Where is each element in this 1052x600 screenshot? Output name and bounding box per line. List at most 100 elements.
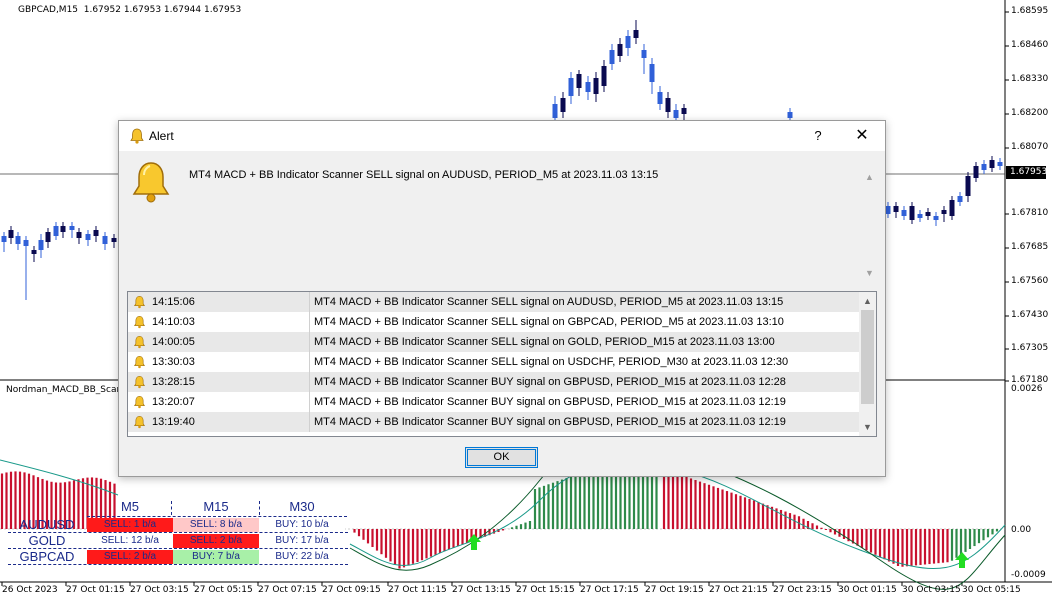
candle-body: [617, 44, 623, 56]
candle-body: [53, 226, 59, 236]
column-divider: [309, 352, 310, 372]
scanner-signal-cell: SELL: 8 b/a: [173, 518, 259, 532]
scroll-up-icon[interactable]: ▲: [861, 170, 878, 184]
candle-body: [681, 108, 687, 114]
message-scrollbar[interactable]: ▲ ▼: [861, 166, 878, 284]
alert-row[interactable]: 14:00:05 MT4 MACD + BB Indicator Scanner …: [128, 332, 859, 352]
scroll-thumb[interactable]: [861, 310, 874, 404]
candle-body: [957, 196, 963, 202]
bell-icon: [130, 128, 144, 144]
candle-body: [641, 50, 647, 58]
bell-icon: [134, 355, 145, 369]
alert-text: MT4 MACD + BB Indicator Scanner BUY sign…: [314, 396, 786, 408]
time-tick-label: 27 Oct 13:15: [452, 585, 511, 595]
alert-row[interactable]: 14:15:06 MT4 MACD + BB Indicator Scanner …: [128, 292, 859, 312]
candle-body: [917, 214, 923, 218]
candle-body: [76, 232, 82, 238]
indicator-label: Nordman_MACD_BB_Scar: [6, 385, 121, 395]
time-tick-label: 27 Oct 03:15: [130, 585, 189, 595]
time-tick-label: 27 Oct 01:15: [66, 585, 125, 595]
candle-body: [601, 66, 607, 86]
scanner-divider: [8, 564, 348, 565]
bell-icon: [134, 335, 145, 349]
alert-text: MT4 MACD + BB Indicator Scanner SELL sig…: [314, 356, 789, 368]
alert-text: MT4 MACD + BB Indicator Scanner BUY sign…: [314, 376, 786, 388]
help-button[interactable]: ?: [807, 125, 829, 147]
candle-body: [973, 166, 979, 178]
candle-body: [85, 234, 91, 240]
scanner-signal-cell: SELL: 2 b/a: [87, 550, 173, 564]
alert-row[interactable]: 14:10:03 MT4 MACD + BB Indicator Scanner …: [128, 312, 859, 332]
candle-body: [69, 226, 75, 230]
alert-row[interactable]: 13:19:40 MT4 MACD + BB Indicator Scanner …: [128, 412, 859, 432]
alert-row[interactable]: 13:30:03 MT4 MACD + BB Indicator Scanner …: [128, 352, 859, 372]
candle-body: [609, 50, 615, 64]
close-button[interactable]: ✕: [851, 125, 873, 147]
scanner-divider: [171, 501, 172, 515]
alert-time: 13:20:07: [152, 396, 195, 408]
time-tick-label: 27 Oct 19:15: [645, 585, 704, 595]
scroll-up-icon[interactable]: ▲: [859, 294, 876, 308]
alert-row[interactable]: 13:20:07 MT4 MACD + BB Indicator Scanner …: [128, 392, 859, 412]
scanner-signal-cell: BUY: 17 b/a: [259, 534, 345, 548]
bell-icon: [134, 395, 145, 409]
scanner-signal-cell: BUY: 10 b/a: [259, 518, 345, 532]
bell-icon: [134, 415, 145, 429]
candle-body: [981, 164, 987, 170]
scanner-signal-cell: BUY: 22 b/a: [259, 550, 345, 564]
alert-row[interactable]: 13:28:15 MT4 MACD + BB Indicator Scanner …: [128, 372, 859, 392]
alert-dialog: Alert ? ✕ MT4 MACD + BB Indicator Scanne…: [118, 120, 886, 477]
candle-body: [102, 236, 108, 244]
candle-body: [31, 250, 37, 254]
column-divider: [309, 332, 310, 352]
time-tick-label: 27 Oct 05:15: [194, 585, 253, 595]
scroll-down-icon[interactable]: ▼: [859, 420, 876, 434]
price-tick-label: 1.68070: [1011, 142, 1049, 152]
column-divider: [309, 412, 310, 432]
scanner-divider: [259, 501, 260, 515]
price-tick-label: 1.67810: [1011, 208, 1049, 218]
candle-body: [893, 206, 899, 212]
dialog-titlebar[interactable]: Alert ? ✕: [119, 121, 885, 151]
indicator-tick-label: 0.0026: [1011, 384, 1043, 394]
candle-body: [568, 78, 574, 96]
alert-time: 14:10:03: [152, 316, 195, 328]
time-tick-label: 27 Oct 17:15: [580, 585, 639, 595]
candle-body: [625, 36, 631, 48]
price-tick-label: 1.68200: [1011, 108, 1049, 118]
candle-body: [593, 78, 599, 94]
column-divider: [309, 292, 310, 312]
column-divider: [309, 312, 310, 332]
price-tick-label: 1.67430: [1011, 310, 1049, 320]
scroll-down-icon[interactable]: ▼: [861, 266, 878, 280]
indicator-tick-label: 0.00: [1011, 525, 1032, 535]
column-divider: [309, 372, 310, 392]
time-tick-label: 30 Oct 03:15: [902, 585, 961, 595]
alert-time: 13:28:15: [152, 376, 195, 388]
alert-text: MT4 MACD + BB Indicator Scanner SELL sig…: [314, 316, 784, 328]
price-tick-label: 1.68595: [1011, 6, 1049, 16]
alert-time: 13:19:40: [152, 416, 195, 428]
scanner-divider: [87, 516, 347, 517]
list-scrollbar[interactable]: ▲ ▼: [859, 292, 876, 436]
alert-time: 14:00:05: [152, 336, 195, 348]
scanner-signal-cell: SELL: 1 b/a: [87, 518, 173, 532]
candle-body: [949, 200, 955, 216]
candle-body: [560, 98, 566, 112]
price-tick-label: 1.68460: [1011, 40, 1049, 50]
dialog-title: Alert: [149, 129, 174, 143]
candle-body: [997, 162, 1003, 166]
timeframe-header: M30: [289, 499, 315, 514]
alert-history-list[interactable]: 13:19:40 MT4 MACD + BB Indicator Scanner …: [127, 291, 877, 437]
timeframe-header: M15: [203, 499, 229, 514]
candle-body: [649, 64, 655, 82]
candle-body: [15, 236, 21, 244]
alert-time: 13:30:03: [152, 356, 195, 368]
alert-time: 14:15:06: [152, 296, 195, 308]
scanner-symbol: AUDUSD: [19, 517, 75, 532]
candle-body: [93, 230, 99, 236]
candle-body: [933, 216, 939, 220]
time-tick-label: 27 Oct 07:15: [258, 585, 317, 595]
ok-button[interactable]: OK: [465, 447, 538, 468]
buy-arrow-icon: [467, 534, 481, 550]
